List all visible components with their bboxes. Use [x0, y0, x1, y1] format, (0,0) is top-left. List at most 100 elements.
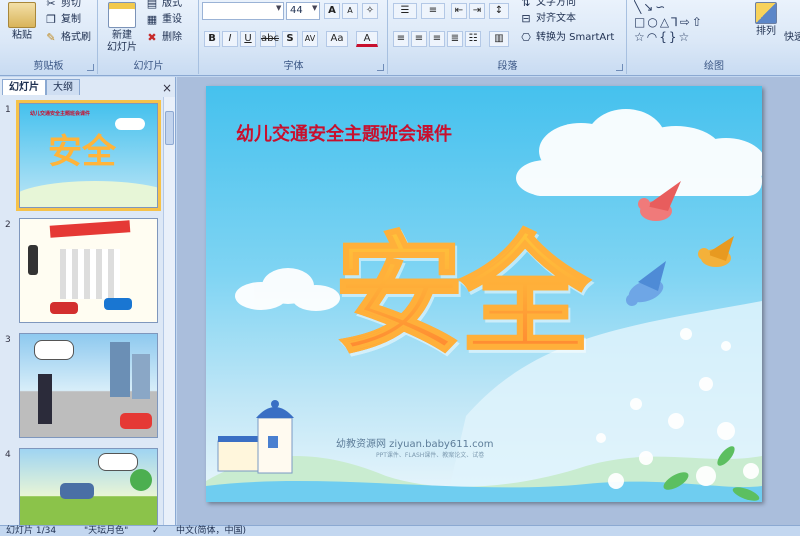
thumbnail-car [60, 483, 94, 499]
cut-button[interactable]: ✂ 剪切 [44, 0, 81, 12]
clear-format-icon[interactable]: ✧ [362, 3, 378, 19]
align-text-icon: ⊟ [521, 12, 531, 25]
up-arrow-shape-icon[interactable]: ⇧ [692, 15, 704, 29]
new-slide-icon [108, 2, 136, 28]
thumbnail-banner [49, 220, 131, 238]
quick-styles-button[interactable]: 快速 [784, 28, 800, 43]
shrink-font-icon[interactable]: A [342, 3, 358, 19]
format-painter-button[interactable]: ✎ 格式刷 [44, 30, 91, 46]
arrow-line-shape-icon[interactable]: ↘ [643, 0, 655, 14]
tab-outline[interactable]: 大纲 [46, 79, 80, 95]
thumbnail-speech-bubble [98, 453, 138, 471]
slide-thumbnail-2[interactable] [19, 218, 158, 323]
align-right-icon[interactable]: ≡ [429, 31, 445, 47]
columns-icon[interactable]: ▥ [489, 31, 509, 47]
font-group-label: 字体 [283, 61, 304, 72]
reset-button[interactable]: ▦ 重设 [145, 12, 182, 28]
spell-check-icon[interactable]: ✓ [152, 526, 160, 536]
brace-close-shape-icon[interactable]: } [669, 30, 679, 44]
font-launcher-icon[interactable] [377, 64, 384, 71]
bold-icon[interactable]: B [204, 31, 220, 47]
rect-shape-icon[interactable]: □ [634, 15, 647, 29]
brush-icon: ✎ [46, 31, 56, 44]
clipboard-group: 粘贴 ✂ 剪切 ❐ 复制 ✎ 格式刷 剪贴板 [0, 0, 98, 74]
language-indicator[interactable]: 中文(简体，中国) [176, 526, 246, 536]
thumbnail-number: 3 [5, 335, 11, 345]
thumbnail-traffic-light [28, 245, 38, 275]
cloud-graphic [235, 268, 340, 311]
slide-thumbnail-1[interactable]: 幼儿交通安全主题班会课件 安全 [16, 100, 161, 211]
convert-smartart-button[interactable]: ⎔ 转换为 SmartArt [519, 30, 614, 46]
triangle-shape-icon[interactable]: △ [660, 15, 671, 29]
thumbnail-scrollbar[interactable] [163, 97, 175, 525]
connector-shape-icon[interactable]: ⅂ [671, 15, 680, 29]
char-spacing-icon[interactable]: AV [302, 31, 318, 47]
current-slide[interactable]: 幼儿交通安全主题班会课件 安全 幼教资源网 ziyuan.baby611.com… [206, 86, 762, 502]
shadow-icon[interactable]: S [282, 31, 298, 47]
clipboard-group-label: 剪贴板 [33, 61, 64, 72]
thumbnail-officer [38, 374, 52, 424]
font-name-field[interactable] [202, 2, 284, 20]
delete-button[interactable]: ✖ 删除 [145, 30, 182, 46]
paragraph-launcher-icon[interactable] [616, 64, 623, 71]
slide-thumbnail-3[interactable] [19, 333, 158, 438]
decrease-indent-icon[interactable]: ⇤ [451, 3, 467, 19]
slide-title[interactable]: 幼儿交通安全主题班会课件 [236, 120, 452, 146]
smartart-icon: ⎔ [521, 31, 531, 44]
tab-slides[interactable]: 幻灯片 [2, 79, 46, 95]
thumbnail-tree [130, 469, 152, 491]
clipboard-launcher-icon[interactable] [87, 64, 94, 71]
slide-thumbnail-4[interactable] [19, 448, 158, 525]
paste-button[interactable]: 粘贴 [6, 2, 38, 42]
right-arrow-shape-icon[interactable]: ⇨ [680, 15, 692, 29]
align-text-button[interactable]: ⊟ 对齐文本 [519, 11, 576, 27]
slide-big-text[interactable]: 安全 [333, 190, 591, 378]
line-spacing-icon[interactable]: ↕ [489, 3, 509, 19]
new-slide-button[interactable]: 新建 幻灯片 [103, 2, 141, 54]
thumbnail-car [120, 413, 152, 429]
align-center-icon[interactable]: ≡ [411, 31, 427, 47]
numbering-icon[interactable]: ≡ [421, 3, 445, 19]
thumbnail-list: 1 幼儿交通安全主题班会课件 安全 2 3 4 [0, 97, 164, 525]
star-small-shape-icon[interactable]: ☆ [679, 30, 692, 44]
bullets-icon[interactable]: ☰ [393, 3, 417, 19]
shapes-gallery[interactable]: ╲↘∽ □○△⅂⇨⇧ ☆◠{}☆ [634, 0, 746, 46]
brace-shape-icon[interactable]: { [659, 30, 669, 44]
copy-button[interactable]: ❐ 复制 [44, 12, 81, 28]
layout-button[interactable]: ▤ 版式 [145, 0, 182, 12]
thumbnail-number: 2 [5, 220, 11, 230]
line-shape-icon[interactable]: ╲ [634, 0, 643, 14]
slides-panel: 幻灯片 大纲 × 1 幼儿交通安全主题班会课件 安全 2 3 4 [0, 77, 176, 525]
layout-icon: ▤ [146, 0, 158, 10]
change-case-icon[interactable]: Aa [326, 31, 348, 47]
slide-count: 幻灯片 1/34 [6, 526, 57, 536]
curve-shape-icon[interactable]: ∽ [655, 0, 667, 14]
slides-group: 新建 幻灯片 ▤ 版式 ▦ 重设 ✖ 删除 幻灯片 [99, 0, 199, 74]
house-graphic [217, 400, 294, 474]
font-color-icon[interactable]: A [356, 31, 378, 47]
increase-indent-icon[interactable]: ⇥ [469, 3, 485, 19]
arrange-button[interactable]: 排列 [752, 2, 780, 38]
text-direction-icon: ⇅ [521, 0, 531, 9]
align-left-icon[interactable]: ≡ [393, 31, 409, 47]
callout-shape-icon[interactable]: ◠ [647, 30, 659, 44]
cloud-graphic [516, 109, 762, 196]
star-shape-icon[interactable]: ☆ [634, 30, 647, 44]
slides-group-label: 幻灯片 [133, 61, 164, 72]
thumbnail-building [110, 342, 130, 397]
grow-font-icon[interactable]: A [324, 3, 340, 19]
underline-icon[interactable]: U [240, 31, 256, 47]
close-icon[interactable]: × [162, 81, 172, 95]
justify-icon[interactable]: ≣ [447, 31, 463, 47]
text-direction-button[interactable]: ⇅ 文字方向 [519, 0, 576, 11]
delete-icon: ✖ [147, 31, 157, 44]
thumbnail-number: 1 [5, 105, 11, 115]
thumbnail-car [104, 298, 132, 310]
oval-shape-icon[interactable]: ○ [647, 15, 659, 29]
italic-icon[interactable]: I [222, 31, 238, 47]
drawing-group: ╲↘∽ □○△⅂⇨⇧ ☆◠{}☆ 排列 快速 绘图 [628, 0, 800, 74]
strikethrough-icon[interactable]: abc [260, 31, 279, 47]
scrollbar-thumb[interactable] [165, 111, 174, 145]
drawing-group-label: 绘图 [704, 61, 724, 72]
distributed-icon[interactable]: ☷ [465, 31, 481, 47]
